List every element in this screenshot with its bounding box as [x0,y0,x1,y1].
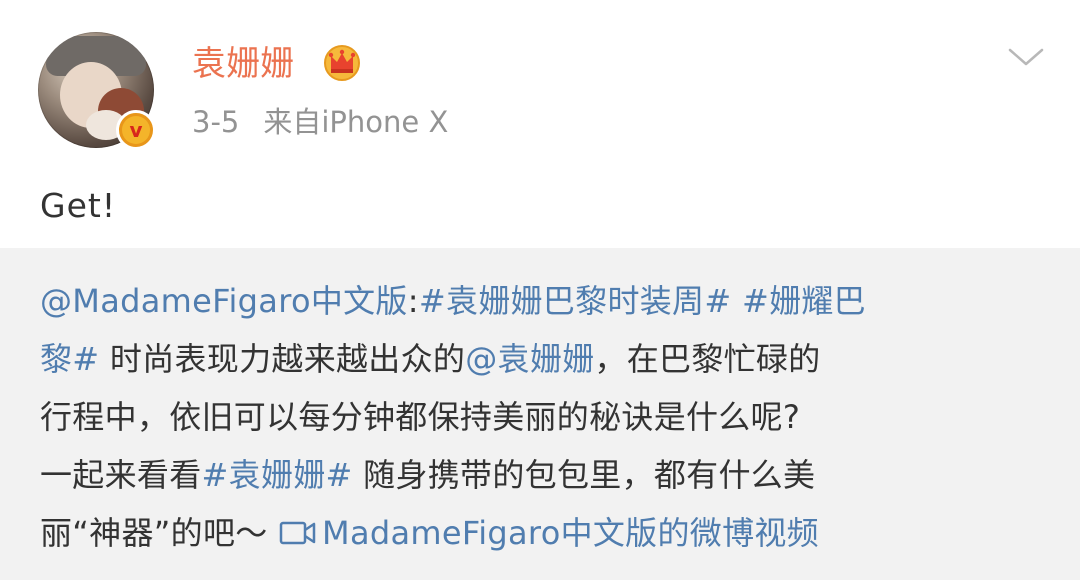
repost-line-1: @MadameFigaro中文版:#袁姗姗巴黎时装周# #姗耀巴 [40,272,1050,330]
repost-text-segment: 一起来看看 [40,456,202,494]
repost-author-mention[interactable]: @MadameFigaro中文版 [40,282,408,320]
topic-link[interactable]: 黎# [40,340,99,378]
chevron-down-icon[interactable] [1004,42,1048,72]
topic-link[interactable]: #姗耀巴 [742,282,866,320]
crown-icon [324,45,360,81]
repost-line-2: 黎# 时尚表现力越来越出众的@袁姗姗，在巴黎忙碌的 [40,330,1050,388]
topic-link[interactable]: #袁姗姗# [202,456,353,494]
username[interactable]: 袁姗姗 [192,44,294,84]
repost-line-5: 丽“神器”的吧～ MadameFigaro中文版的微博视频 [40,504,1050,562]
video-link-label: MadameFigaro中文版的微博视频 [322,514,819,552]
topic-link[interactable]: #袁姗姗巴黎时装周# [419,282,732,320]
repost-line-4: 一起来看看#袁姗姗# 随身携带的包包里，都有什么美 [40,446,1050,504]
repost-line-3: 行程中，依旧可以每分钟都保持美丽的秘诀是什么呢? [40,398,801,436]
post-source[interactable]: 来自iPhone X [263,105,448,139]
weibo-post: v 袁姗姗 3-5 来自iPhone X Get! @MadameFigaro中文… [0,0,1080,580]
video-link[interactable]: MadameFigaro中文版的微博视频 [278,514,819,552]
verified-letter: v [122,116,150,144]
video-icon [279,521,316,545]
post-text: Get! [40,186,117,225]
post-meta: 3-5 来自iPhone X [192,104,448,140]
repost-colon: : [407,282,419,320]
repost-text-segment: ，在巴黎忙碌的 [594,340,821,378]
post-header: v 袁姗姗 3-5 来自iPhone X [0,0,1080,170]
verified-icon: v [116,110,156,150]
repost-text-segment: 丽“神器”的吧～ [40,514,268,552]
repost-text-segment: 随身携带的包包里，都有什么美 [363,456,816,494]
repost-text-segment: 时尚表现力越来越出众的 [109,340,466,378]
mention-link[interactable]: @袁姗姗 [465,340,594,378]
post-date: 3-5 [192,105,240,139]
repost-card[interactable]: @MadameFigaro中文版:#袁姗姗巴黎时装周# #姗耀巴 黎# 时尚表现… [0,248,1080,580]
repost-text: @MadameFigaro中文版:#袁姗姗巴黎时装周# #姗耀巴 黎# 时尚表现… [40,272,1050,562]
